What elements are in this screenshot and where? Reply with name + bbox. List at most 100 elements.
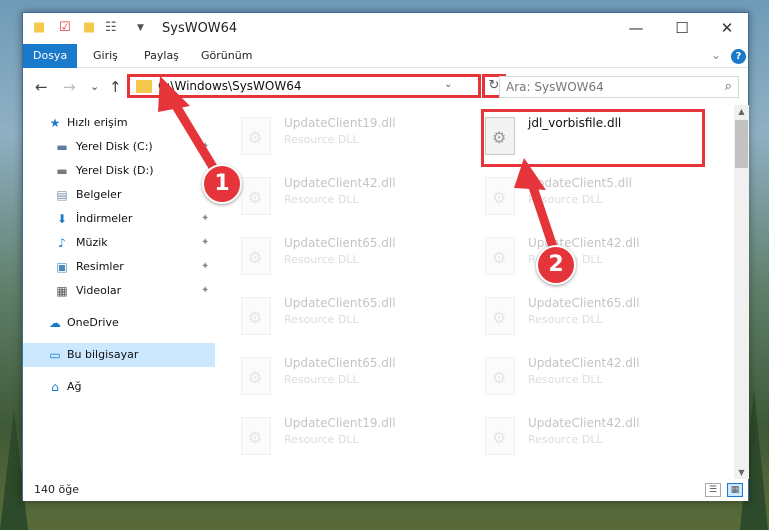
- file-tile[interactable]: UpdateClient19.dll Resource DLL: [238, 413, 468, 463]
- tab-view[interactable]: Görünüm: [191, 44, 262, 68]
- pin-icon: ✦: [201, 237, 210, 248]
- file-tile[interactable]: UpdateClient65.dll Resource DLL: [238, 293, 468, 343]
- file-tile[interactable]: UpdateClient42.dll Resource DLL: [482, 413, 712, 463]
- sidebar-item-local-disk-d[interactable]: ▬ Yerel Disk (D:): [23, 159, 215, 183]
- back-button[interactable]: ←: [35, 78, 48, 96]
- dll-file-icon: [241, 357, 271, 395]
- dll-file-icon: [241, 177, 271, 215]
- file-tile[interactable]: UpdateClient42.dll Resource DLL: [482, 233, 712, 283]
- file-name: UpdateClient42.dll: [528, 416, 640, 430]
- file-name: UpdateClient65.dll: [528, 296, 640, 310]
- sidebar-item-label: Videolar: [76, 284, 122, 297]
- step-badge-1: 1: [202, 164, 242, 204]
- dll-file-icon: [485, 417, 515, 455]
- sidebar-item-onedrive[interactable]: ☁ OneDrive: [23, 311, 215, 335]
- vertical-scrollbar[interactable]: ▲ ▼: [734, 105, 749, 479]
- quick-access-dropdown-icon[interactable]: ▼: [137, 20, 144, 36]
- tab-share[interactable]: Paylaş: [134, 44, 189, 68]
- ribbon-tabs: Dosya Giriş Paylaş Görünüm ⌄ ?: [23, 44, 748, 68]
- view-options-icon[interactable]: ☷: [105, 20, 117, 36]
- computer-icon: ▭: [49, 348, 61, 362]
- sidebar-item-label: Yerel Disk (D:): [76, 164, 154, 177]
- recent-locations-button[interactable]: ⌄: [90, 80, 99, 93]
- cloud-icon: ☁: [49, 316, 61, 330]
- search-placeholder: Ara: SysWOW64: [506, 80, 604, 94]
- file-type: Resource DLL: [284, 133, 359, 146]
- file-name: UpdateClient65.dll: [284, 296, 396, 310]
- dll-file-icon: [241, 297, 271, 335]
- file-tile[interactable]: UpdateClient65.dll Resource DLL: [238, 353, 468, 403]
- properties-icon[interactable]: ☑: [59, 20, 71, 36]
- drive-icon: ▬: [56, 164, 68, 178]
- dll-file-icon: [241, 117, 271, 155]
- file-type: Resource DLL: [528, 193, 603, 206]
- new-folder-icon[interactable]: ■: [83, 20, 95, 36]
- file-type: Resource DLL: [284, 313, 359, 326]
- title-bar: ■ ☑ ■ ☷ ▼ SysWOW64 — ☐ ✕: [23, 13, 748, 44]
- forward-button[interactable]: →: [63, 78, 76, 96]
- highlight-box: [481, 109, 705, 167]
- scrollbar-thumb[interactable]: [735, 120, 748, 168]
- sidebar-item-music[interactable]: ♪ Müzik ✦: [23, 231, 215, 255]
- dll-file-icon: [241, 417, 271, 455]
- file-type: Resource DLL: [284, 373, 359, 386]
- sidebar-item-label: Ağ: [67, 380, 82, 393]
- dll-file-icon: [485, 297, 515, 335]
- file-name: UpdateClient19.dll: [284, 416, 396, 430]
- sidebar-item-label: OneDrive: [67, 316, 119, 329]
- sidebar-item-pictures[interactable]: ▣ Resimler ✦: [23, 255, 215, 279]
- sidebar-item-network[interactable]: ⌂ Ağ: [23, 375, 215, 399]
- pin-icon: ✦: [201, 213, 210, 224]
- navigation-bar: ← → ⌄ ↑ C:\Windows\SysWOW64 ⌄ ↻ Ara: Sys…: [23, 68, 748, 105]
- file-type: Resource DLL: [284, 193, 359, 206]
- sidebar-item-downloads[interactable]: ⬇ İndirmeler ✦: [23, 207, 215, 231]
- sidebar-item-quick-access[interactable]: ★ Hızlı erişim: [23, 111, 215, 135]
- file-name: UpdateClient5.dll: [528, 176, 632, 190]
- sidebar-item-label: İndirmeler: [76, 212, 133, 225]
- help-icon[interactable]: ?: [731, 49, 746, 64]
- file-name: UpdateClient19.dll: [284, 116, 396, 130]
- tab-file[interactable]: Dosya: [23, 44, 78, 68]
- sidebar-item-label: Bu bilgisayar: [67, 348, 139, 361]
- file-tile[interactable]: UpdateClient5.dll Resource DLL: [482, 173, 712, 223]
- file-type: Resource DLL: [528, 373, 603, 386]
- search-input[interactable]: Ara: SysWOW64 ⌕: [499, 76, 739, 98]
- pin-icon: ✦: [201, 285, 210, 296]
- maximize-button[interactable]: ☐: [659, 13, 705, 44]
- tab-home[interactable]: Giriş: [83, 44, 128, 68]
- sidebar-item-label: Yerel Disk (C:): [76, 140, 153, 153]
- pictures-icon: ▣: [56, 260, 68, 274]
- dll-file-icon: [485, 177, 515, 215]
- scroll-down-icon[interactable]: ▼: [734, 468, 749, 477]
- address-dropdown-icon[interactable]: ⌄: [444, 79, 452, 90]
- status-bar: 140 öğe ☰ ▦: [23, 479, 748, 501]
- ribbon-expand-icon[interactable]: ⌄: [711, 48, 721, 62]
- window-title: SysWOW64: [162, 21, 238, 36]
- close-button[interactable]: ✕: [704, 13, 750, 44]
- sidebar-item-label: Hızlı erişim: [67, 116, 128, 129]
- file-type: Resource DLL: [284, 433, 359, 446]
- sidebar-item-documents[interactable]: ▤ Belgeler: [23, 183, 215, 207]
- sidebar-item-local-disk-c[interactable]: ▬ Yerel Disk (C:) ✦: [23, 135, 215, 159]
- file-tile[interactable]: UpdateClient42.dll Resource DLL: [482, 353, 712, 403]
- file-tile[interactable]: UpdateClient65.dll Resource DLL: [238, 233, 468, 283]
- file-tile[interactable]: UpdateClient65.dll Resource DLL: [482, 293, 712, 343]
- address-bar[interactable]: C:\Windows\SysWOW64 ⌄: [127, 74, 481, 98]
- pin-icon: ✦: [201, 141, 210, 152]
- folder-icon: ■: [33, 20, 46, 35]
- file-tile[interactable]: UpdateClient42.dll Resource DLL: [238, 173, 468, 223]
- sidebar-item-this-pc[interactable]: ▭ Bu bilgisayar: [23, 343, 215, 367]
- folder-icon: [136, 80, 152, 93]
- navigation-pane: ★ Hızlı erişim ▬ Yerel Disk (C:) ✦ ▬ Yer…: [23, 105, 215, 479]
- dll-file-icon: [241, 237, 271, 275]
- music-icon: ♪: [58, 236, 66, 250]
- file-tile[interactable]: UpdateClient19.dll Resource DLL: [238, 113, 468, 163]
- scroll-up-icon[interactable]: ▲: [734, 107, 749, 116]
- drive-icon: ▬: [56, 140, 68, 154]
- step-badge-2: 2: [536, 245, 576, 285]
- sidebar-item-videos[interactable]: ▦ Videolar ✦: [23, 279, 215, 303]
- up-button[interactable]: ↑: [109, 78, 122, 96]
- details-view-icon[interactable]: ☰: [705, 483, 721, 497]
- large-icons-view-icon[interactable]: ▦: [727, 483, 743, 497]
- minimize-button[interactable]: —: [613, 13, 659, 44]
